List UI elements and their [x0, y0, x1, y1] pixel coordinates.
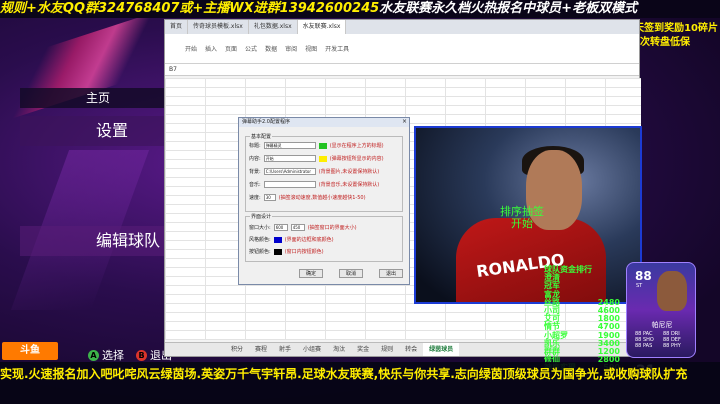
bottom-banner-line1: 实现.火速报名加入吧叱咤风云绿茵场.英姿万千气宇轩昂.足球水友联赛,快乐与你共享…: [0, 367, 688, 381]
player-card: 88 ST 帕尼尼 88 PAC 88 DRI 88 SHO 88 DEF 88 PAS…: [626, 262, 696, 358]
window-height-field[interactable]: 450: [290, 224, 305, 231]
team-funds-ranking: 球队资金排行 澄清 冠军 富龙 丝路 2480 小司 4600 艾可 1800 情节 4700 小超罗…: [544, 265, 620, 373]
file-tab[interactable]: 水友联赛.xlsx: [297, 20, 347, 34]
file-tab[interactable]: 传奇球员模板.xlsx: [188, 20, 249, 34]
dialog-title: 弹幕助手2.0配置程序: [239, 118, 409, 127]
sheet-tab[interactable]: 规则: [375, 343, 399, 356]
config-row-hint: (弹幕按钮所显示的内容): [329, 156, 384, 162]
config-row-field[interactable]: C:\Users\Administrator: [263, 168, 316, 175]
close-icon[interactable]: ×: [402, 118, 407, 125]
card-position: ST: [636, 283, 643, 289]
config-row: 背景: C:\Users\Administrator (背景图片,未设置保持默认): [249, 168, 379, 175]
top-banner-rules: 规则+水友QQ群324768407或+主播WX进群13942600245: [0, 1, 380, 16]
config-row-label: 标题:: [249, 143, 261, 149]
sheet-tab[interactable]: 奖金: [351, 343, 375, 356]
color-swatch[interactable]: [318, 155, 327, 162]
select-label: 选择: [102, 349, 124, 362]
file-tab[interactable]: 首页: [165, 20, 189, 34]
button-color-row: 按钮颜色: (窗口内按钮颜色): [249, 248, 324, 255]
config-row-hint: (背景图片,未设置保持默认): [318, 169, 380, 175]
douyu-logo: 斗鱼: [2, 342, 58, 360]
sheet-tab[interactable]: 赛程: [249, 343, 273, 356]
card-stat: 88 PAS: [635, 343, 653, 349]
border-color-row: 风格颜色: (界面的边框和底颜色): [249, 236, 334, 243]
sheet-tab[interactable]: 转会: [399, 343, 423, 356]
config-row: 内容: 开始 (弹幕按钮所显示的内容): [249, 155, 384, 162]
ui-design-label: 界面设计: [250, 213, 273, 220]
border-color-label: 风格颜色:: [249, 237, 271, 243]
border-color-hint: (界面的边框和底颜色): [284, 237, 334, 243]
b-button-icon: B: [136, 349, 147, 361]
bottom-banner: 实现.火速报名加入吧叱咤风云绿茵场.英姿万千气宇轩昂.足球水友联赛,快乐与你共享…: [0, 362, 720, 404]
ribbon-tab[interactable]: 插入: [205, 44, 217, 53]
border-color-swatch[interactable]: [273, 236, 282, 243]
window-size-label: 窗口大小:: [249, 225, 271, 231]
spreadsheet-file-tabs: 首页 传奇球员模板.xlsx 礼包数据.xlsx 水友联赛.xlsx: [165, 20, 639, 34]
cell-reference: B7: [169, 66, 177, 73]
button-color-hint: (窗口内按钮颜色): [284, 249, 324, 255]
button-color-label: 按钮颜色:: [249, 249, 271, 255]
sheet-tab[interactable]: 积分: [225, 343, 249, 356]
card-stats: 88 PAC 88 DRI 88 SHO 88 DEF 88 PAS 88 PHY: [635, 331, 691, 349]
top-banner-league: 水友联赛永久档火热报名中球员+老板双模式: [379, 1, 638, 16]
sheet-tab[interactable]: 淘汰: [327, 343, 351, 356]
config-row-hint: (抽签滚动速度,数值越小速度越快1-50): [278, 195, 366, 201]
config-row-hint: (显示在程序上方的标题): [329, 143, 384, 149]
config-row: 速度: 30 (抽签滚动速度,数值越小速度越快1-50): [249, 194, 366, 201]
player-portrait: [657, 271, 687, 311]
config-row-field[interactable]: 弹幕精灵: [263, 142, 316, 149]
config-row-label: 背景:: [249, 169, 261, 175]
window-width-field[interactable]: 600: [273, 224, 288, 231]
ribbon-tab[interactable]: 页面: [225, 44, 237, 53]
config-row-label: 速度:: [249, 195, 261, 201]
config-dialog: 弹幕助手2.0配置程序 × 基本配置 界面设计 窗口大小: 600 450 (抽…: [238, 117, 410, 285]
ribbon-tab[interactable]: 开发工具: [325, 44, 349, 53]
card-stat: 88 PHY: [663, 343, 681, 349]
card-player-name: 帕尼尼: [651, 321, 673, 329]
config-row-label: 音乐:: [249, 182, 261, 188]
color-swatch[interactable]: [318, 142, 327, 149]
stream-screen: 规则+水友QQ群324768407或+主播WX进群13942600245水友联赛…: [0, 0, 720, 404]
window-size-row: 窗口大小: 600 450 (抽签窗口的界面大小): [249, 224, 357, 231]
basic-config-label: 基本配置: [250, 133, 273, 140]
ribbon-tab[interactable]: 公式: [245, 44, 257, 53]
window-size-hint: (抽签窗口的界面大小): [307, 225, 357, 231]
a-button-icon: A: [88, 349, 99, 361]
config-row-field[interactable]: 开始: [263, 155, 316, 162]
config-row: 标题: 弹幕精灵 (显示在程序上方的标题): [249, 142, 384, 149]
config-row-field[interactable]: [263, 181, 316, 188]
exit-button[interactable]: 退出: [379, 269, 403, 278]
draw-caption: 排序抽签 开始: [500, 206, 544, 230]
config-row-label: 内容:: [249, 156, 261, 162]
cancel-button[interactable]: 取消: [339, 269, 363, 278]
ribbon-tab[interactable]: 视图: [305, 44, 317, 53]
ok-button[interactable]: 确定: [299, 269, 323, 278]
formula-bar[interactable]: B7: [165, 64, 639, 76]
button-color-swatch[interactable]: [273, 248, 282, 255]
top-banner: 规则+水友QQ群324768407或+主播WX进群13942600245水友联赛…: [0, 0, 720, 18]
sheet-tab[interactable]: 小组赛: [297, 343, 327, 356]
config-row-field[interactable]: 30: [263, 194, 276, 201]
select-hint[interactable]: A 选择: [88, 347, 124, 363]
sheet-tab[interactable]: 绿茵球员: [423, 343, 460, 356]
draw-caption-line2: 开始: [511, 217, 533, 230]
spreadsheet-ribbon: 开始 插入 页面 公式 数据 审阅 视图 开发工具: [165, 34, 639, 64]
ribbon-tab[interactable]: 开始: [185, 44, 197, 53]
file-tab[interactable]: 礼包数据.xlsx: [249, 20, 298, 34]
card-rating: 88: [635, 269, 652, 283]
sheet-tab[interactable]: 射手: [273, 343, 297, 356]
config-row: 音乐: (背景音乐,未设置保持默认): [249, 181, 379, 188]
controller-hints: A 选择 B 退出: [88, 347, 172, 363]
config-row-hint: (背景音乐,未设置保持默认): [318, 182, 380, 188]
ribbon-tab[interactable]: 审阅: [285, 44, 297, 53]
ribbon-tab[interactable]: 数据: [265, 44, 277, 53]
